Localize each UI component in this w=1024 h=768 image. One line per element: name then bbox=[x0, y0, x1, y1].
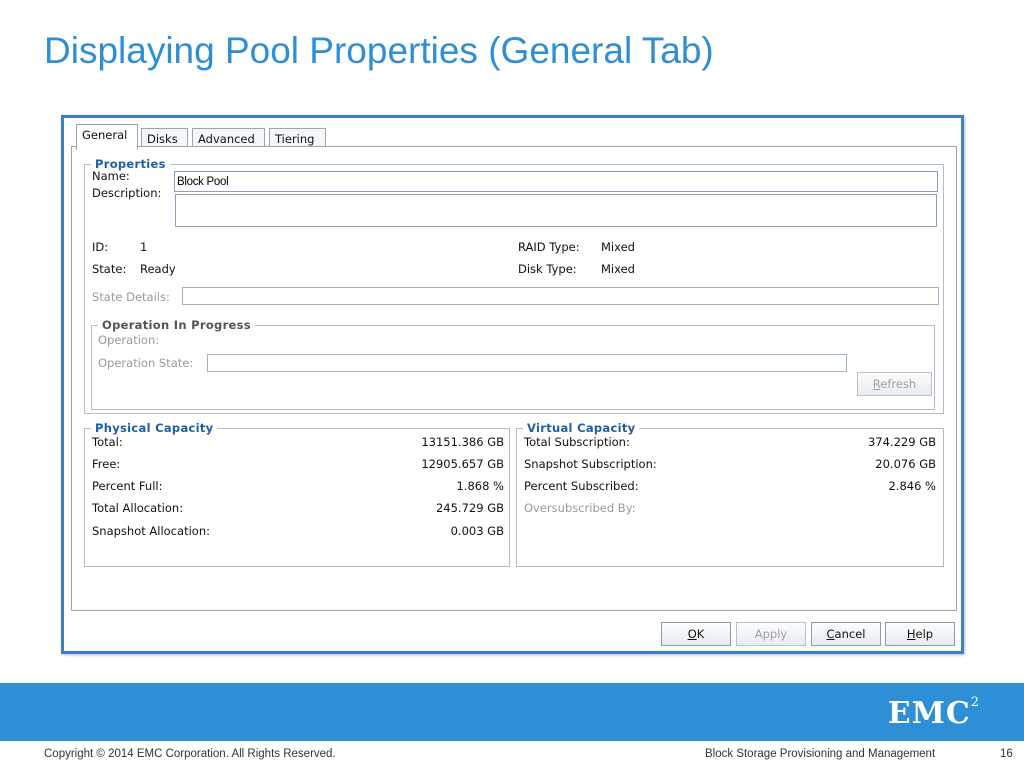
capacity-label: Free: bbox=[92, 457, 121, 471]
operation-legend: Operation In Progress bbox=[98, 318, 255, 332]
capacity-value: 374.229 GB bbox=[867, 435, 936, 449]
refresh-label-rest: efresh bbox=[880, 377, 917, 391]
virtual-capacity-group: Virtual Capacity Total Subscription: 374… bbox=[516, 421, 944, 567]
properties-group: Properties Name: Block Pool Description:… bbox=[84, 157, 944, 414]
id-value: 1 bbox=[140, 240, 148, 254]
capacity-value: 245.729 GB bbox=[435, 501, 504, 515]
ok-button[interactable]: OK bbox=[661, 622, 731, 646]
name-label: Name: bbox=[92, 169, 130, 183]
emc-logo-superscript: 2 bbox=[970, 695, 980, 710]
name-field[interactable]: Block Pool bbox=[174, 171, 938, 192]
operation-state-field bbox=[207, 354, 847, 372]
cancel-mnemonic: C bbox=[826, 627, 835, 641]
capacity-label: Total Subscription: bbox=[524, 435, 630, 449]
capacity-value: 13151.386 GB bbox=[421, 435, 504, 449]
physical-capacity-legend: Physical Capacity bbox=[91, 421, 218, 435]
operation-group: Operation In Progress Operation: Operati… bbox=[91, 318, 935, 410]
capacity-value: 12905.657 GB bbox=[421, 457, 504, 471]
copyright-text: Copyright © 2014 EMC Corporation. All Ri… bbox=[44, 748, 336, 760]
operation-state-label: Operation State: bbox=[98, 356, 194, 370]
raid-type-value: Mixed bbox=[601, 240, 635, 254]
capacity-row: Total: 13151.386 GB bbox=[92, 435, 504, 449]
refresh-button[interactable]: Refresh bbox=[857, 372, 932, 396]
operation-label: Operation: bbox=[98, 333, 160, 347]
ok-mnemonic: O bbox=[687, 627, 697, 641]
capacity-label: Snapshot Subscription: bbox=[524, 457, 657, 471]
capacity-label: Total Allocation: bbox=[92, 501, 184, 515]
state-details-label: State Details: bbox=[92, 290, 170, 304]
cancel-label-rest: ancel bbox=[834, 627, 866, 641]
apply-button[interactable]: Apply bbox=[736, 622, 806, 646]
disk-type-value: Mixed bbox=[601, 262, 635, 276]
capacity-row: Free: 12905.657 GB bbox=[92, 457, 504, 471]
capacity-label: Snapshot Allocation: bbox=[92, 524, 210, 538]
course-title: Block Storage Provisioning and Managemen… bbox=[705, 748, 936, 760]
emc-logo-text: EMC bbox=[887, 696, 971, 731]
state-value: Ready bbox=[140, 262, 176, 276]
capacity-value: 20.076 GB bbox=[875, 457, 936, 471]
help-label-rest: elp bbox=[915, 627, 934, 641]
capacity-row: Total Allocation: 245.729 GB bbox=[92, 501, 504, 515]
general-tab-panel: Properties Name: Block Pool Description:… bbox=[71, 146, 957, 611]
description-field[interactable] bbox=[175, 194, 937, 227]
capacity-row: Snapshot Allocation: 0.003 GB bbox=[92, 524, 504, 538]
ok-label-rest: K bbox=[696, 627, 705, 641]
physical-capacity-group: Physical Capacity Total: 13151.386 GB Fr… bbox=[84, 421, 510, 567]
capacity-row: Percent Subscribed: 2.846 % bbox=[524, 479, 936, 493]
capacity-row: Snapshot Subscription: 20.076 GB bbox=[524, 457, 936, 471]
cancel-button[interactable]: Cancel bbox=[811, 622, 881, 646]
raid-type-label: RAID Type: bbox=[518, 240, 580, 254]
disk-type-label: Disk Type: bbox=[518, 262, 577, 276]
capacity-value: 2.846 % bbox=[888, 479, 936, 493]
emc-logo: EMC2 bbox=[887, 695, 980, 731]
capacity-label: Percent Subscribed: bbox=[524, 479, 639, 493]
pool-properties-dialog: General Disks Advanced Tiering Propertie… bbox=[61, 115, 964, 654]
description-label: Description: bbox=[92, 186, 162, 200]
virtual-capacity-legend: Virtual Capacity bbox=[523, 421, 640, 435]
page-number: 16 bbox=[1000, 748, 1013, 760]
help-mnemonic: H bbox=[906, 627, 916, 641]
capacity-label: Percent Full: bbox=[92, 479, 163, 493]
state-label: State: bbox=[92, 262, 127, 276]
help-button[interactable]: Help bbox=[885, 622, 955, 646]
capacity-row: Percent Full: 1.868 % bbox=[92, 479, 504, 493]
capacity-label: Total: bbox=[92, 435, 123, 449]
state-details-field bbox=[182, 287, 939, 305]
slide-title: Displaying Pool Properties (General Tab) bbox=[44, 30, 714, 71]
capacity-row: Total Subscription: 374.229 GB bbox=[524, 435, 936, 449]
footer-band: EMC2 bbox=[0, 683, 1024, 741]
tab-general[interactable]: General bbox=[76, 124, 138, 150]
capacity-value: 0.003 GB bbox=[450, 524, 504, 538]
id-label: ID: bbox=[92, 240, 109, 254]
oversubscribed-label: Oversubscribed By: bbox=[524, 501, 636, 515]
capacity-value: 1.868 % bbox=[456, 479, 504, 493]
